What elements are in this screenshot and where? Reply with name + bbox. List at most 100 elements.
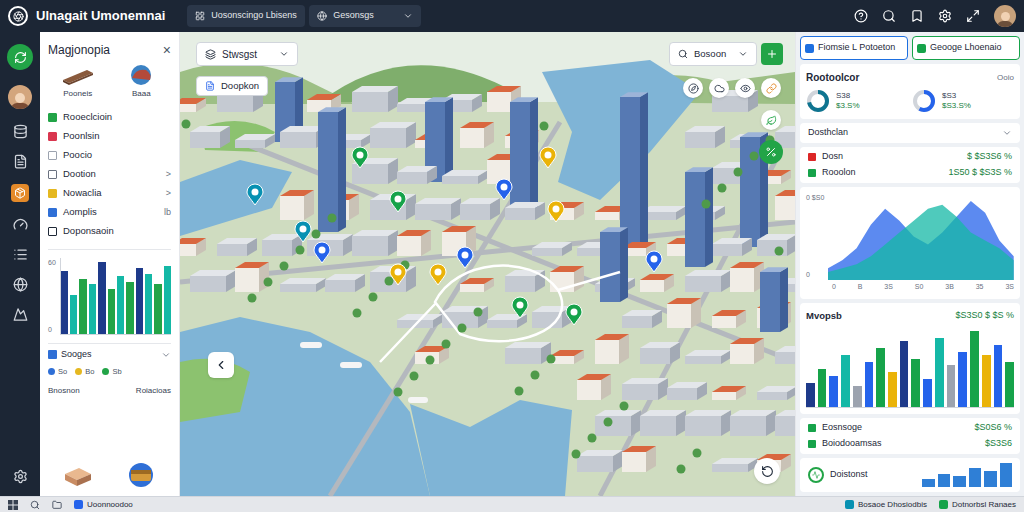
- legend-header[interactable]: Sooges: [48, 348, 171, 362]
- package-button[interactable]: [11, 184, 29, 202]
- layer-checkbox[interactable]: [48, 113, 57, 122]
- search-icon[interactable]: [882, 9, 896, 23]
- map-pin[interactable]: [512, 297, 528, 318]
- map-pin[interactable]: [566, 304, 582, 325]
- map-pin[interactable]: [496, 179, 512, 200]
- thumb[interactable]: [61, 462, 95, 488]
- taskbar-item[interactable]: Bosaoe Dhosiodbis: [845, 500, 927, 509]
- taskbar-item[interactable]: Uoonnoodoo: [74, 500, 133, 509]
- chart-bar[interactable]: [958, 352, 967, 407]
- chart-bar[interactable]: [923, 379, 932, 407]
- layer-row[interactable]: Nowaclia>: [48, 184, 171, 203]
- refresh-button[interactable]: [7, 44, 33, 70]
- settings-icon[interactable]: [13, 469, 28, 484]
- chart-bar[interactable]: [98, 262, 105, 334]
- chart-bar[interactable]: [935, 338, 944, 407]
- chart-bar[interactable]: [888, 372, 897, 407]
- chart-bar[interactable]: [900, 341, 909, 407]
- chart-bar[interactable]: [1005, 362, 1014, 407]
- data-row[interactable]: Eosnsoge$S0S6 %: [800, 420, 1020, 436]
- stat-item[interactable]: $S3$S3.S%: [912, 89, 1014, 113]
- file-icon[interactable]: [13, 154, 28, 169]
- data-row[interactable]: Dosn$ $S3S6 %: [800, 149, 1020, 165]
- rail-avatar[interactable]: [8, 85, 32, 109]
- chart-bar[interactable]: [970, 331, 979, 407]
- chart-bar[interactable]: [1000, 463, 1013, 487]
- chart-bar[interactable]: [994, 345, 1003, 407]
- taskbar-item[interactable]: Dotnorbsl Ranaes: [939, 500, 1016, 509]
- map-pin[interactable]: [314, 242, 330, 263]
- layer-checkbox[interactable]: [48, 151, 57, 160]
- chart-bar[interactable]: [829, 376, 838, 407]
- map-tool[interactable]: [735, 78, 755, 98]
- layer-row[interactable]: Doponsaoin: [48, 222, 171, 241]
- map-tool[interactable]: [761, 78, 781, 98]
- area-chart[interactable]: [828, 193, 1014, 280]
- chart-bar[interactable]: [922, 479, 935, 487]
- header-dropdown[interactable]: Gesonsgs: [309, 5, 421, 27]
- back-button[interactable]: [208, 352, 234, 378]
- bookmark-icon[interactable]: [910, 9, 924, 23]
- chart-bar[interactable]: [969, 468, 982, 487]
- chart-bar[interactable]: [70, 295, 77, 334]
- chart-bar[interactable]: [984, 471, 997, 487]
- database-icon[interactable]: [13, 124, 28, 139]
- logo[interactable]: [8, 6, 28, 26]
- list-icon[interactable]: [13, 247, 28, 262]
- thumb[interactable]: [124, 462, 158, 488]
- map-pin[interactable]: [390, 191, 406, 212]
- user-avatar[interactable]: [994, 5, 1016, 27]
- leaf-button[interactable]: [761, 110, 781, 130]
- folder-icon[interactable]: [52, 500, 62, 510]
- layer-row[interactable]: Poonlsin: [48, 127, 171, 146]
- add-button[interactable]: [761, 43, 783, 65]
- data-row[interactable]: Rooolon1S50 $ $S3S %: [800, 165, 1020, 181]
- map-pin[interactable]: [295, 221, 311, 242]
- chart-bar[interactable]: [154, 284, 161, 334]
- help-icon[interactable]: [854, 9, 868, 23]
- action-button[interactable]: Geooge Lhoenaio: [912, 36, 1020, 60]
- chart-bar[interactable]: [61, 271, 68, 334]
- action-button[interactable]: Fiomsie L Potoeton: [800, 36, 908, 60]
- layer-checkbox[interactable]: [48, 132, 57, 141]
- map-pin[interactable]: [430, 264, 446, 285]
- panel-dropdown[interactable]: Dosthclan: [800, 123, 1020, 143]
- map-pin[interactable]: [646, 251, 662, 272]
- layer-row[interactable]: Poocio: [48, 146, 171, 165]
- layer-select[interactable]: Stwsgst: [196, 42, 298, 66]
- map-pin[interactable]: [352, 147, 368, 168]
- map-pin[interactable]: [390, 264, 406, 285]
- map-button[interactable]: Doopkon: [196, 76, 268, 96]
- map-pin[interactable]: [540, 147, 556, 168]
- chart-bar[interactable]: [136, 268, 143, 334]
- map-pin[interactable]: [247, 184, 263, 205]
- maximize-icon[interactable]: [966, 9, 980, 23]
- chart-bar[interactable]: [876, 348, 885, 407]
- chart-bar[interactable]: [911, 359, 920, 408]
- map-search[interactable]: Bosoon: [669, 42, 757, 66]
- layer-checkbox[interactable]: [48, 189, 57, 198]
- chart-bar[interactable]: [947, 365, 956, 407]
- map-pin[interactable]: [457, 247, 473, 268]
- layer-checkbox[interactable]: [48, 170, 57, 179]
- thumb[interactable]: Baaa: [112, 64, 172, 100]
- map-pin[interactable]: [548, 201, 564, 222]
- header-field[interactable]: Uosonscingo Lbisens: [187, 5, 305, 27]
- layer-checkbox[interactable]: [48, 227, 57, 236]
- mountain-icon[interactable]: [13, 307, 28, 322]
- chart-bar[interactable]: [79, 279, 86, 334]
- chart-bar[interactable]: [853, 386, 862, 407]
- chart-bar[interactable]: [89, 284, 96, 334]
- search-icon[interactable]: [30, 500, 40, 510]
- chart-bar[interactable]: [953, 476, 966, 487]
- chart-bar[interactable]: [806, 383, 815, 407]
- map-tool[interactable]: [709, 78, 729, 98]
- thumb[interactable]: Pooneis: [48, 64, 108, 100]
- chart-bar[interactable]: [117, 276, 124, 334]
- percent-button[interactable]: [759, 140, 783, 164]
- layer-row[interactable]: Rooeclcioin: [48, 108, 171, 127]
- chart-bar[interactable]: [108, 289, 115, 334]
- globe-icon[interactable]: [13, 277, 28, 292]
- chart-bar[interactable]: [164, 266, 171, 334]
- stat-item[interactable]: S38$3.S%: [806, 89, 908, 113]
